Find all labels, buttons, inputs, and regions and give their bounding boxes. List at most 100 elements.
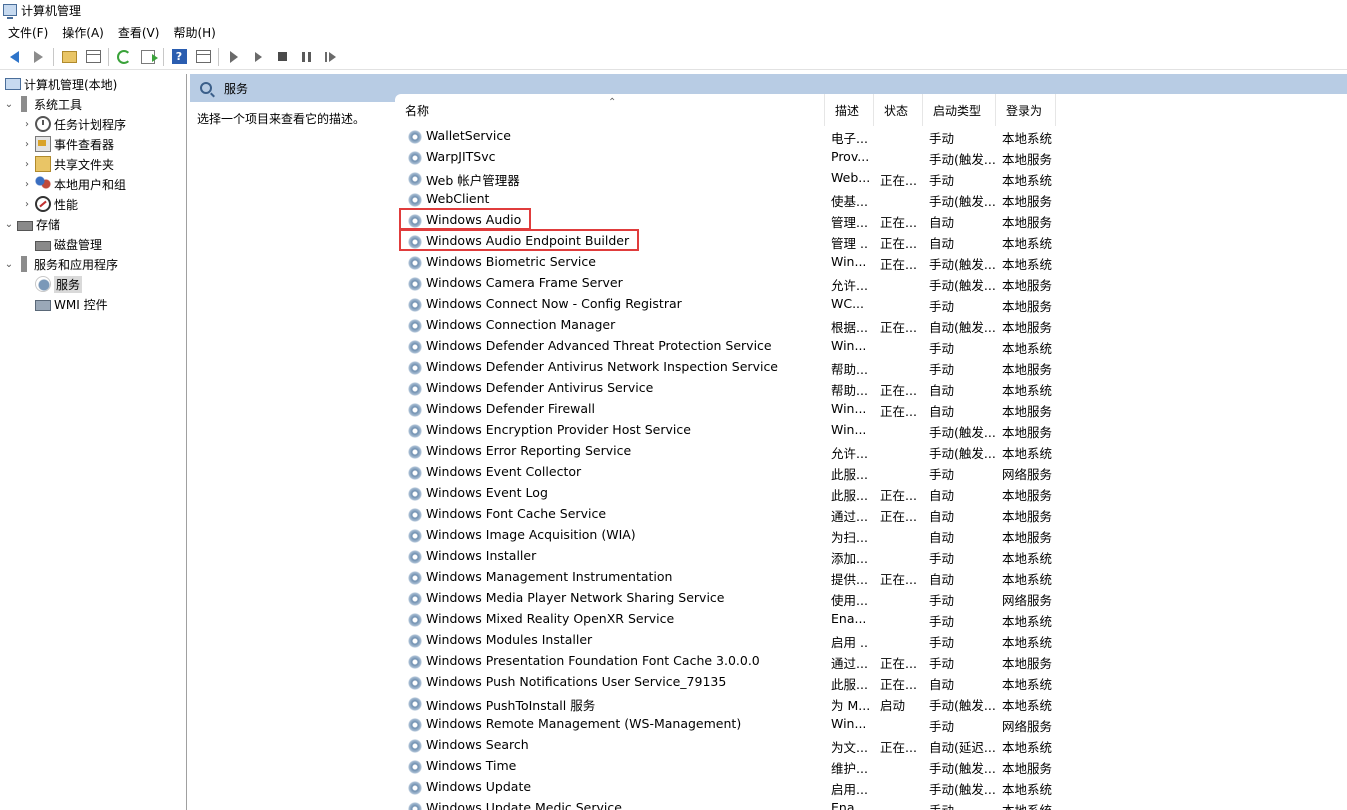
table-row[interactable]: Windows Defender Antivirus Network Inspe… xyxy=(395,357,1347,378)
service-gear-icon xyxy=(407,213,423,229)
table-row[interactable]: Web 帐户管理器 Web... 正在... 手动 本地系统 xyxy=(395,168,1347,189)
table-row[interactable]: Windows Font Cache Service 通过... 正在... 自动 本地… xyxy=(395,504,1347,525)
restart-service-icon xyxy=(325,51,336,62)
table-row[interactable]: WarpJITSvc Prov... 手动(触发... 本地服务 xyxy=(395,147,1347,168)
table-row[interactable]: Windows Event Log 此服... 正在... 自动 本地服务 xyxy=(395,483,1347,504)
column-header-logon[interactable]: 登录为 xyxy=(996,94,1056,126)
table-row[interactable]: Windows Search 为文... 正在... 自动(延迟... 本地系统 xyxy=(395,735,1347,756)
tree-item[interactable]: › 事件查看器 xyxy=(0,134,186,154)
service-gear-icon xyxy=(407,276,423,292)
menu-action[interactable]: 操作(A) xyxy=(58,24,108,41)
export-list-button[interactable] xyxy=(138,47,158,67)
table-row[interactable]: Windows Encryption Provider Host Service… xyxy=(395,420,1347,441)
menu-help[interactable]: 帮助(H) xyxy=(169,24,219,41)
table-row[interactable]: Windows Defender Advanced Threat Protect… xyxy=(395,336,1347,357)
forward-button[interactable] xyxy=(28,47,48,67)
table-row[interactable]: Windows Defender Firewall Win... 正在... 自动 本地… xyxy=(395,399,1347,420)
collapse-icon[interactable]: ⌄ xyxy=(3,219,15,230)
start-service-alt-button[interactable] xyxy=(248,47,268,67)
menu-view[interactable]: 查看(V) xyxy=(114,24,164,41)
expand-icon[interactable]: › xyxy=(21,119,33,130)
tree-item[interactable]: ⌄ 系统工具 xyxy=(0,94,186,114)
tree-item[interactable]: › 共享文件夹 xyxy=(0,154,186,174)
table-row[interactable]: WalletService 电子... 手动 本地系统 xyxy=(395,126,1347,147)
column-header-startup[interactable]: 启动类型 xyxy=(923,94,996,126)
table-row[interactable]: Windows Biometric Service Win... 正在... 手动(触… xyxy=(395,252,1347,273)
service-gear-icon xyxy=(407,717,423,733)
service-gear-icon xyxy=(407,444,423,460)
tree-item[interactable]: › 性能 xyxy=(0,194,186,214)
collapse-icon[interactable]: ⌄ xyxy=(3,99,15,110)
table-row[interactable]: Windows PushToInstall 服务 为 M... 启动 手动(触发...… xyxy=(395,693,1347,714)
help-button[interactable]: ? xyxy=(169,47,189,67)
service-gear-icon xyxy=(407,507,423,523)
table-row[interactable]: Windows Mixed Reality OpenXR Service Ena.… xyxy=(395,609,1347,630)
table-row[interactable]: Windows Management Instrumentation 提供... 正… xyxy=(395,567,1347,588)
table-row[interactable]: Windows Camera Frame Server 允许... 手动(触发...… xyxy=(395,273,1347,294)
service-status: 正在... xyxy=(880,509,916,524)
start-service-button[interactable] xyxy=(224,47,244,67)
table-row[interactable]: Windows Remote Management (WS-Management… xyxy=(395,714,1347,735)
service-logon-as: 本地服务 xyxy=(1002,215,1053,230)
apps-icon xyxy=(21,256,27,272)
toolbar-separator xyxy=(53,47,54,66)
service-description: Web... xyxy=(831,170,869,185)
collapse-icon[interactable]: ⌄ xyxy=(3,259,15,270)
table-row[interactable]: Windows Update Medic Service Ena... 手动本地系统 xyxy=(395,798,1347,810)
tree-item[interactable]: 服务 xyxy=(0,274,186,294)
show-hide-tree-button[interactable] xyxy=(83,47,103,67)
service-startup-type: 自动 xyxy=(929,383,955,398)
table-row[interactable]: Windows Installer 添加... 手动 本地系统 xyxy=(395,546,1347,567)
show-action-pane-button[interactable] xyxy=(193,47,213,67)
expand-icon[interactable]: › xyxy=(21,139,33,150)
expand-icon[interactable]: › xyxy=(21,159,33,170)
service-gear-icon xyxy=(407,171,423,187)
table-row[interactable]: Windows Time 维护... 手动(触发... 本地服务 xyxy=(395,756,1347,777)
service-logon-as: 本地系统 xyxy=(1002,173,1053,188)
expand-icon[interactable]: › xyxy=(21,199,33,210)
menu-file[interactable]: 文件(F) xyxy=(4,24,52,41)
table-row[interactable]: Windows Media Player Network Sharing Ser… xyxy=(395,588,1347,609)
service-status: 正在... xyxy=(880,677,916,692)
table-row[interactable]: Windows Error Reporting Service 允许... 手动(触… xyxy=(395,441,1347,462)
tree-item[interactable]: ⌄ 服务和应用程序 xyxy=(0,254,186,274)
service-gear-icon xyxy=(407,486,423,502)
table-row[interactable]: Windows Presentation Foundation Font Cac… xyxy=(395,651,1347,672)
tree-item[interactable]: ⌄ 存储 xyxy=(0,214,186,234)
column-header-description[interactable]: 描述 xyxy=(825,94,874,126)
service-description: Win... xyxy=(831,422,867,437)
table-row[interactable]: Windows Image Acquisition (WIA) 为扫... 自动 本地… xyxy=(395,525,1347,546)
table-row[interactable]: Windows Defender Antivirus Service 帮助... 正… xyxy=(395,378,1347,399)
up-level-button[interactable] xyxy=(59,47,79,67)
tree-item-label: 共享文件夹 xyxy=(54,157,115,172)
service-startup-type: 自动 xyxy=(929,236,955,251)
column-header-status[interactable]: 状态 xyxy=(874,94,923,126)
table-row[interactable]: Windows Connect Now - Config Registrar WC… xyxy=(395,294,1347,315)
service-name: Windows Installer xyxy=(426,548,537,563)
service-startup-type: 手动(触发... xyxy=(929,425,995,440)
tree-item[interactable]: › 本地用户和组 xyxy=(0,174,186,194)
table-row[interactable]: Windows Audio Endpoint Builder 管理 ... 正在..… xyxy=(395,231,1347,252)
restart-service-button[interactable] xyxy=(320,47,340,67)
table-row[interactable]: Windows Event Collector 此服... 手动 网络服务 xyxy=(395,462,1347,483)
table-row[interactable]: Windows Modules Installer 启用 ... 手动 本地系统 xyxy=(395,630,1347,651)
tree-item[interactable]: › 任务计划程序 xyxy=(0,114,186,134)
tree-item[interactable]: 磁盘管理 xyxy=(0,234,186,254)
table-row[interactable]: WebClient 使基... 手动(触发... 本地服务 xyxy=(395,189,1347,210)
table-row[interactable]: Windows Connection Manager 根据... 正在... 自动(触… xyxy=(395,315,1347,336)
tree-item[interactable]: 计算机管理(本地) xyxy=(0,74,186,94)
table-row[interactable]: Windows Audio 管理... 正在... 自动 本地服务 xyxy=(395,210,1347,231)
back-button[interactable] xyxy=(4,47,24,67)
pause-service-button[interactable] xyxy=(296,47,316,67)
table-row[interactable]: Windows Push Notifications User Service_… xyxy=(395,672,1347,693)
service-status: 正在... xyxy=(880,740,916,755)
service-startup-type: 手动(触发... xyxy=(929,152,995,167)
service-description: Win... xyxy=(831,338,867,353)
tree-item[interactable]: WMI 控件 xyxy=(0,294,186,314)
toolbar-separator xyxy=(163,47,164,66)
table-row[interactable]: Windows Update 启用... 手动(触发... 本地系统 xyxy=(395,777,1347,798)
refresh-button[interactable] xyxy=(114,47,134,67)
expand-icon[interactable]: › xyxy=(21,179,33,190)
stop-service-button[interactable] xyxy=(272,47,292,67)
tree-item-label: 磁盘管理 xyxy=(54,237,103,252)
